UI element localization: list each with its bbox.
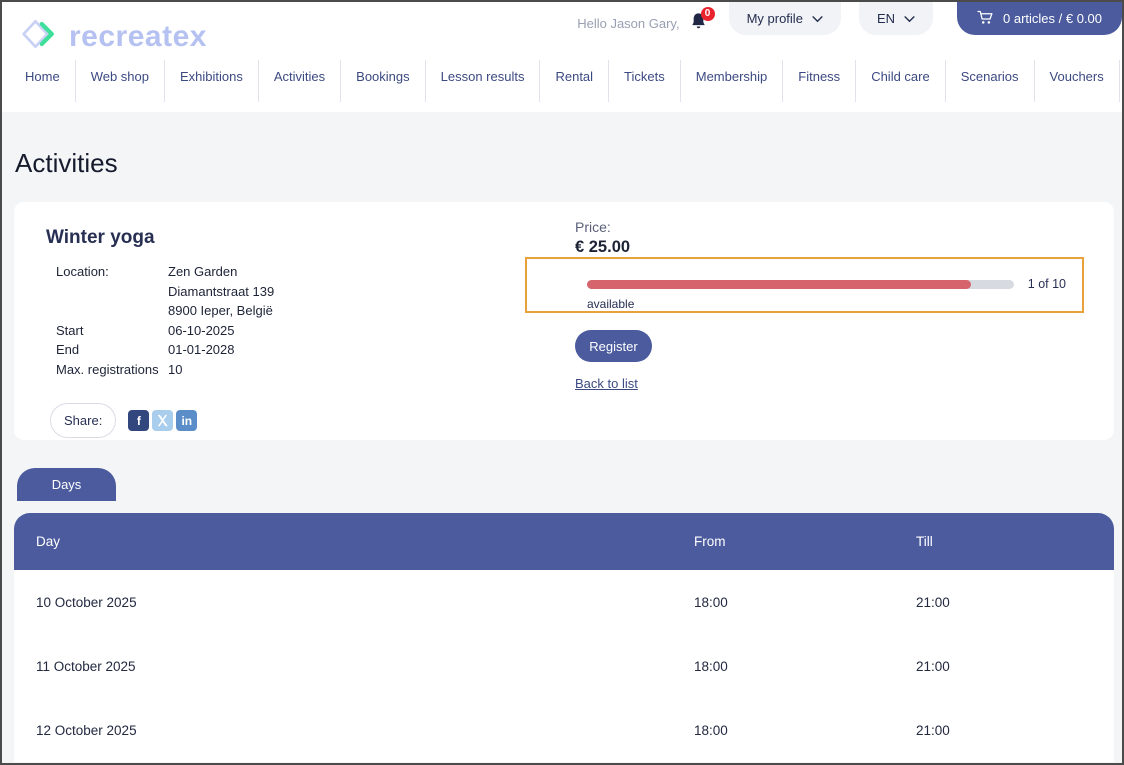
column-header-day: Day bbox=[36, 534, 694, 549]
share-label: Share: bbox=[50, 403, 116, 438]
nav-item-tickets[interactable]: Tickets bbox=[609, 60, 681, 102]
nav-item-bookings[interactable]: Bookings bbox=[341, 60, 425, 102]
cart-icon bbox=[977, 10, 994, 28]
tab-days-label: Days bbox=[52, 477, 82, 492]
column-header-from: From bbox=[694, 534, 916, 549]
top-bar: recreatex Hello Jason Gary, 0 My profile bbox=[2, 2, 1122, 112]
facebook-icon[interactable]: f bbox=[128, 410, 149, 431]
nav-item-child-care[interactable]: Child care bbox=[856, 60, 946, 102]
tab-days[interactable]: Days bbox=[17, 468, 116, 501]
nav-item-scenarios[interactable]: Scenarios bbox=[946, 60, 1035, 102]
table-header-row: Day From Till bbox=[14, 513, 1114, 570]
nav-item-vouchers[interactable]: Vouchers bbox=[1035, 60, 1120, 102]
user-greeting: Hello Jason Gary, bbox=[577, 16, 679, 31]
notification-badge: 0 bbox=[701, 7, 715, 21]
language-selector[interactable]: EN bbox=[859, 2, 933, 35]
x-twitter-icon[interactable] bbox=[152, 410, 173, 431]
availability-count: 1 of 10 bbox=[1028, 277, 1066, 291]
cell-day: 11 October 2025 bbox=[36, 659, 694, 674]
table-row[interactable]: 12 October 2025 18:00 21:00 bbox=[14, 698, 1114, 762]
nav-item-exhibitions[interactable]: Exhibitions bbox=[165, 60, 259, 102]
chevron-down-icon bbox=[904, 11, 915, 26]
table-body: 10 October 2025 18:00 21:00 11 October 2… bbox=[14, 570, 1114, 762]
nav-item-rental[interactable]: Rental bbox=[540, 60, 609, 102]
nav-item-web-shop[interactable]: Web shop bbox=[76, 60, 165, 102]
cell-from: 18:00 bbox=[694, 659, 916, 674]
main-navigation: Home Web shop Exhibitions Activities Boo… bbox=[2, 60, 1122, 112]
chevron-down-icon bbox=[812, 11, 823, 26]
back-to-list-link[interactable]: Back to list bbox=[575, 376, 638, 391]
location-label: Location: bbox=[56, 262, 168, 282]
activity-detail-card: Winter yoga Location: Zen Garden Diamant… bbox=[14, 202, 1114, 440]
cell-till: 21:00 bbox=[916, 595, 1114, 610]
my-profile-button[interactable]: My profile bbox=[729, 2, 841, 35]
brand-name: recreatex bbox=[69, 20, 207, 54]
brand-logo[interactable]: recreatex bbox=[20, 15, 207, 58]
register-button[interactable]: Register bbox=[575, 330, 652, 362]
cell-from: 18:00 bbox=[694, 595, 916, 610]
availability-box: 1 of 10 available bbox=[525, 257, 1084, 313]
availability-text: available bbox=[587, 297, 1066, 311]
max-registrations-value: 10 bbox=[168, 360, 1114, 380]
nav-item-fitness[interactable]: Fitness bbox=[783, 60, 856, 102]
linkedin-icon[interactable]: in bbox=[176, 410, 197, 431]
days-table: Day From Till 10 October 2025 18:00 21:0… bbox=[14, 513, 1114, 762]
cart-button[interactable]: 0 articles / € 0.00 bbox=[957, 2, 1122, 35]
main-content: Activities Winter yoga Location: Zen Gar… bbox=[2, 148, 1122, 762]
notifications-button[interactable]: 0 bbox=[690, 12, 707, 35]
table-row[interactable]: 10 October 2025 18:00 21:00 bbox=[14, 570, 1114, 634]
cell-from: 18:00 bbox=[694, 723, 916, 738]
column-header-till: Till bbox=[916, 534, 1114, 549]
logo-diamond-icon bbox=[20, 15, 60, 58]
nav-item-activities[interactable]: Activities bbox=[259, 60, 341, 102]
end-label: End bbox=[56, 340, 168, 360]
cell-day: 10 October 2025 bbox=[36, 595, 694, 610]
cart-label: 0 articles / € 0.00 bbox=[1003, 11, 1102, 26]
share-section: Share: f in bbox=[50, 403, 1114, 438]
start-label: Start bbox=[56, 321, 168, 341]
page-title: Activities bbox=[15, 148, 1122, 179]
nav-item-lesson-results[interactable]: Lesson results bbox=[426, 60, 541, 102]
table-row[interactable]: 11 October 2025 18:00 21:00 bbox=[14, 634, 1114, 698]
my-profile-label: My profile bbox=[747, 11, 803, 26]
nav-item-home[interactable]: Home bbox=[10, 60, 76, 102]
cell-till: 21:00 bbox=[916, 723, 1114, 738]
language-label: EN bbox=[877, 11, 895, 26]
price-label: Price: bbox=[575, 219, 611, 235]
cell-till: 21:00 bbox=[916, 659, 1114, 674]
availability-progress-track bbox=[587, 280, 1014, 289]
price-value: € 25.00 bbox=[575, 238, 630, 257]
max-registrations-label: Max. registrations bbox=[56, 360, 168, 380]
availability-progress-fill bbox=[587, 280, 971, 289]
nav-item-membership[interactable]: Membership bbox=[681, 60, 784, 102]
cell-day: 12 October 2025 bbox=[36, 723, 694, 738]
